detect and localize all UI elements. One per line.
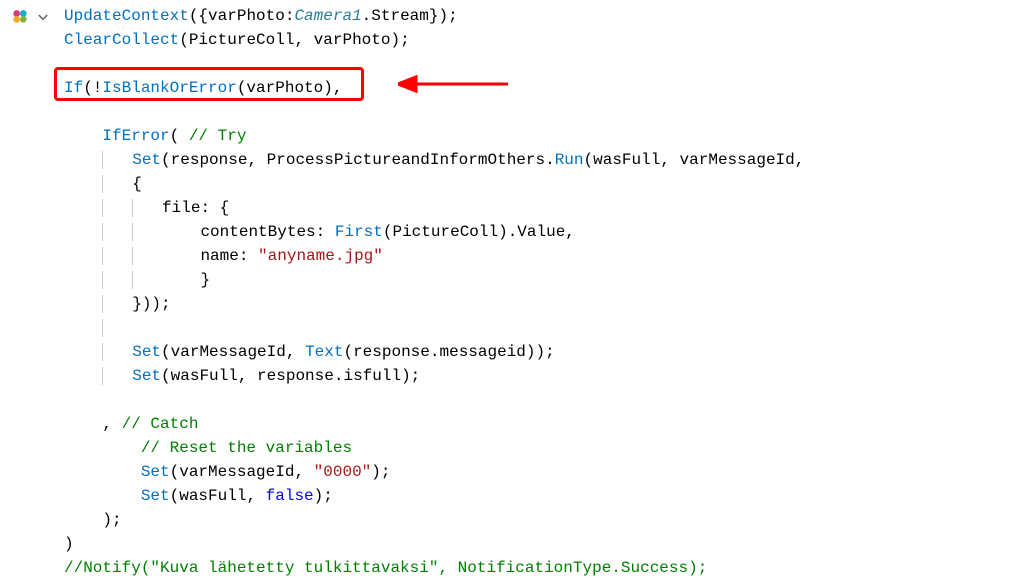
code-line: name: "anyname.jpg" — [64, 244, 1014, 268]
code-line: Set(varMessageId, "0000"); — [64, 460, 1014, 484]
code-line — [64, 388, 1014, 412]
code-line: If(!IsBlankOrError(varPhoto), — [64, 76, 1014, 100]
code-line: { — [64, 172, 1014, 196]
code-line: ClearCollect(PictureColl, varPhoto); — [64, 28, 1014, 52]
code-line: , // Catch — [64, 412, 1014, 436]
code-line: ); — [64, 508, 1014, 532]
code-line: Set(wasFull, response.isfull); — [64, 364, 1014, 388]
code-line: IfError( // Try — [64, 124, 1014, 148]
chevron-down-icon[interactable] — [34, 8, 52, 26]
code-line — [64, 100, 1014, 124]
code-line: ) — [64, 532, 1014, 556]
code-line: file: { — [64, 196, 1014, 220]
code-line: })); — [64, 292, 1014, 316]
code-area[interactable]: UpdateContext({varPhoto:Camera1.Stream})… — [64, 4, 1014, 580]
formula-editor: UpdateContext({varPhoto:Camera1.Stream})… — [10, 4, 1014, 580]
copilot-icon[interactable] — [10, 6, 30, 26]
code-line: // Reset the variables — [64, 436, 1014, 460]
code-line: Set(varMessageId, Text(response.messagei… — [64, 340, 1014, 364]
code-line: Set(wasFull, false); — [64, 484, 1014, 508]
code-line: contentBytes: First(PictureColl).Value, — [64, 220, 1014, 244]
code-line: } — [64, 268, 1014, 292]
code-line: Set(response, ProcessPictureandInformOth… — [64, 148, 1014, 172]
code-line: //Notify("Kuva lähetetty tulkittavaksi",… — [64, 556, 1014, 580]
code-line: UpdateContext({varPhoto:Camera1.Stream})… — [64, 4, 1014, 28]
code-line — [64, 316, 1014, 340]
code-line — [64, 52, 1014, 76]
